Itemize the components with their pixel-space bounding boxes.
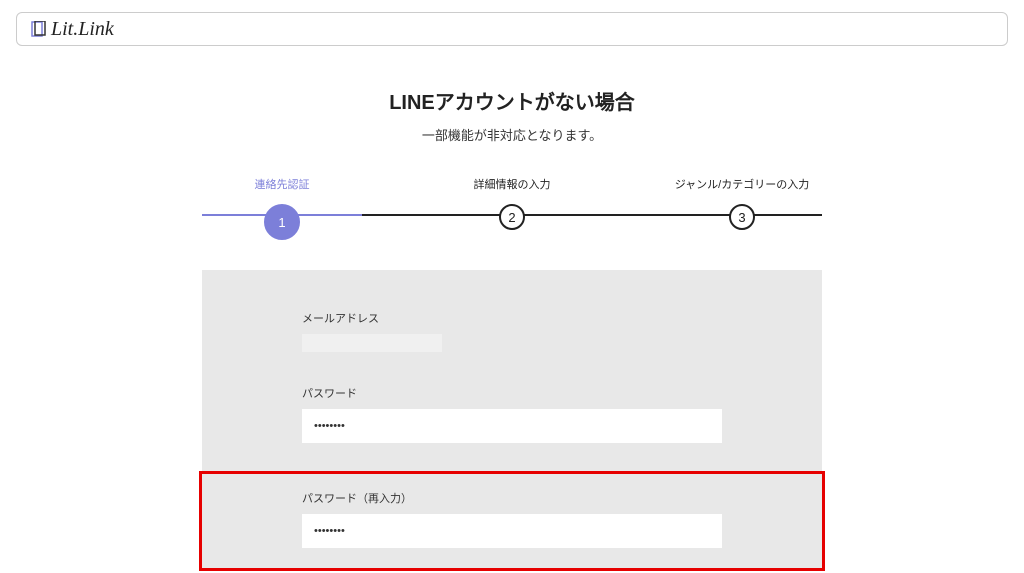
logo[interactable]: Lit.Link (31, 18, 114, 41)
email-label: メールアドレス (302, 310, 722, 326)
stepper: 連絡先認証 1 詳細情報の入力 2 ジャンル/カテゴリーの入力 3 (202, 176, 822, 240)
password-group: パスワード (202, 385, 822, 443)
step-2-label: 詳細情報の入力 (474, 176, 551, 192)
logo-icon (31, 21, 47, 37)
password-input[interactable] (302, 409, 722, 443)
logo-text: Lit.Link (51, 18, 114, 41)
password-confirm-input[interactable] (302, 514, 722, 548)
page-title: LINEアカウントがない場合 (389, 86, 635, 115)
password-confirm-label: パスワード（再入力） (302, 490, 722, 506)
password-confirm-group: パスワード（再入力） (302, 490, 722, 548)
header-bar: Lit.Link (16, 12, 1008, 46)
email-display (302, 334, 722, 357)
page-subtitle: 一部機能が非対応となります。 (422, 125, 602, 144)
step-3: ジャンル/カテゴリーの入力 3 (662, 176, 822, 230)
step-3-circle: 3 (729, 204, 755, 230)
step-1-circle: 1 (264, 204, 300, 240)
step-1: 連絡先認証 1 (202, 176, 362, 240)
password-label: パスワード (302, 385, 722, 401)
step-3-label: ジャンル/カテゴリーの入力 (675, 176, 810, 192)
main-content: LINEアカウントがない場合 一部機能が非対応となります。 連絡先認証 1 詳細… (0, 58, 1024, 571)
step-1-label: 連絡先認証 (255, 176, 310, 192)
email-redacted (302, 334, 442, 352)
step-2: 詳細情報の入力 2 (432, 176, 592, 230)
password-confirm-highlight: パスワード（再入力） (199, 471, 825, 571)
form-card: メールアドレス パスワード パスワード（再入力） (202, 270, 822, 571)
email-group: メールアドレス (202, 310, 822, 357)
step-2-circle: 2 (499, 204, 525, 230)
